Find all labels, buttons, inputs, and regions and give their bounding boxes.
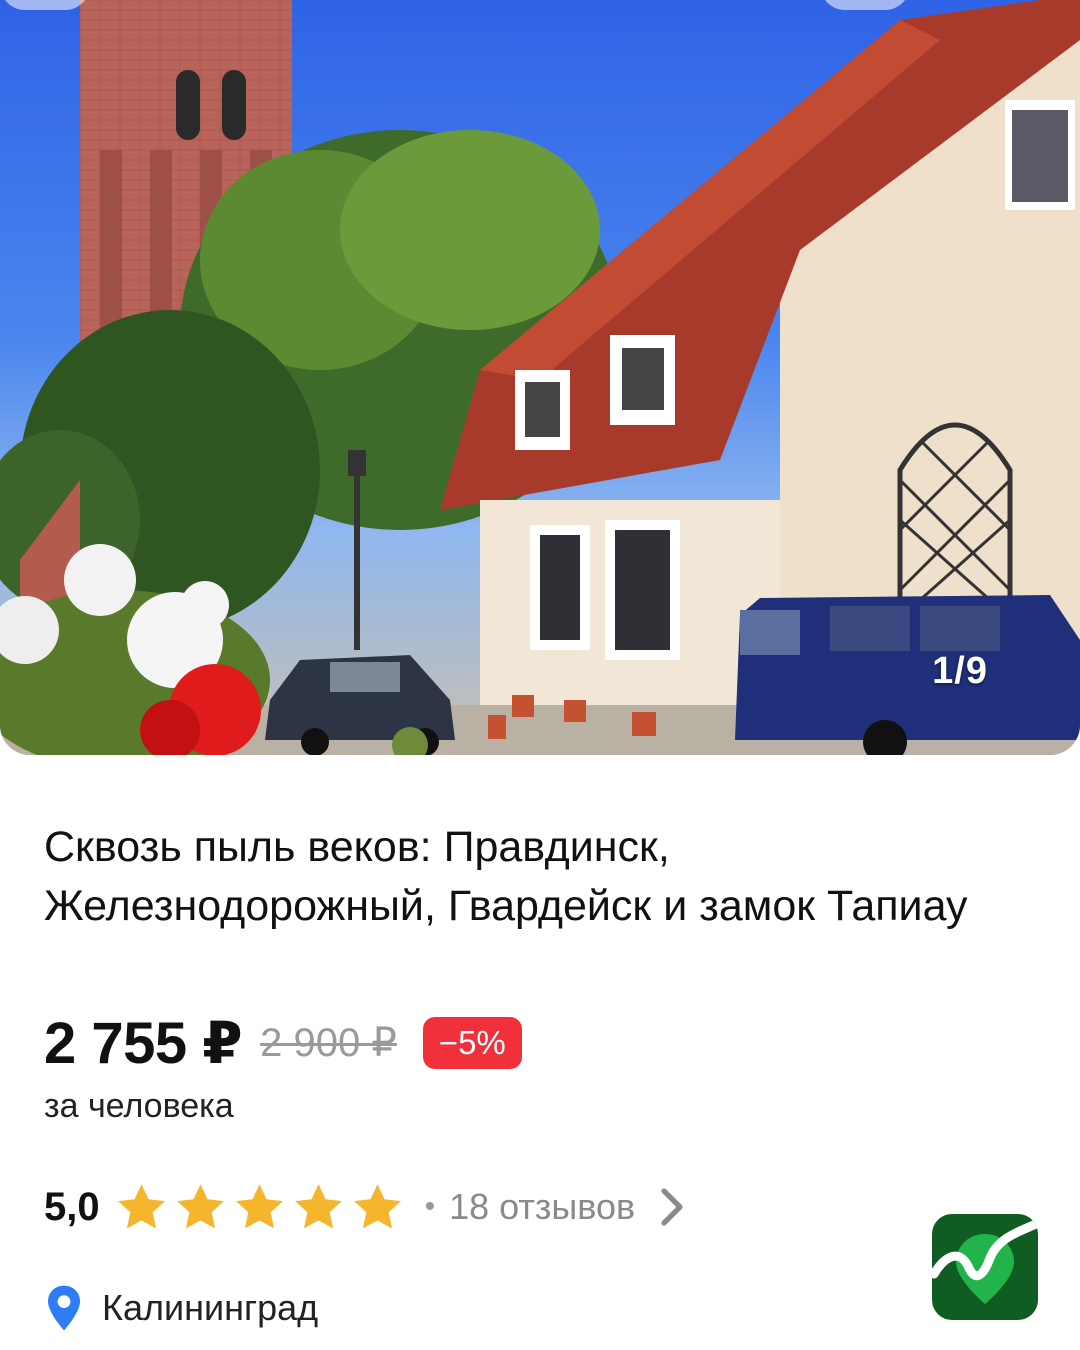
discount-badge: −5% <box>422 1017 522 1069</box>
reviews-link[interactable]: 18 отзывов <box>449 1186 635 1228</box>
price-unit: за человека <box>44 1087 234 1125</box>
city-name: Калининград <box>102 1287 319 1328</box>
tour-title: Сквозь пыль веков: Правдинск, Железнодор… <box>44 823 968 930</box>
location-pin-icon <box>48 1285 80 1331</box>
price-row: 2 755 ₽ 2 900 ₽ −5% <box>44 1008 522 1078</box>
price-current: 2 755 ₽ <box>44 1011 243 1076</box>
star-icon <box>294 1184 342 1229</box>
separator-dot: • <box>424 1190 436 1223</box>
location: Калининград <box>44 1284 318 1332</box>
star-icon <box>353 1184 401 1229</box>
app-logo-icon <box>932 1219 1038 1304</box>
price-old: 2 900 ₽ <box>260 1021 397 1065</box>
photo-counter: 1/9 <box>932 650 988 692</box>
app-logo <box>932 1214 1038 1320</box>
rating-stars <box>114 1182 405 1232</box>
tour-photo[interactable]: 1/9 <box>0 0 1080 755</box>
rating-row[interactable]: 5,0 • 18 отзывов <box>44 1180 687 1234</box>
star-icon <box>176 1184 224 1229</box>
star-icon <box>117 1184 165 1229</box>
rating-value: 5,0 <box>44 1184 100 1229</box>
chevron-right-icon[interactable] <box>657 1187 687 1227</box>
tour-photo-illustration <box>0 0 1080 755</box>
star-icon <box>235 1184 283 1229</box>
